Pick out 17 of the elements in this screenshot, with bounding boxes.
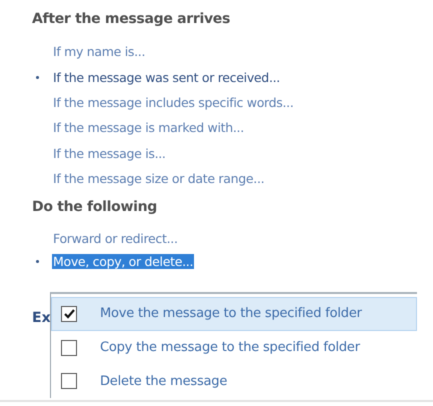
rule-link[interactable]: Forward or redirect...: [52, 231, 179, 246]
menu-item[interactable]: Delete the message: [51, 364, 417, 398]
rule-link[interactable]: If the message was sent or received...: [52, 70, 281, 85]
menu-item[interactable]: Copy the message to the specified folder: [51, 330, 417, 364]
checkbox[interactable]: [61, 306, 77, 322]
rule-link[interactable]: If the message size or date range...: [52, 171, 266, 186]
section-heading: After the message arrives: [32, 11, 232, 27]
rule-link[interactable]: If the message is marked with...: [52, 120, 245, 136]
rule-link[interactable]: If the message includes specific words...: [52, 94, 295, 110]
checkbox[interactable]: [61, 340, 77, 356]
section-heading: Ex: [32, 310, 51, 326]
section-heading: Do the following: [32, 199, 158, 216]
menu-item[interactable]: Move the message to the specified folder: [51, 297, 417, 331]
checkbox[interactable]: [61, 373, 77, 390]
rule-link[interactable]: If the message is...: [52, 146, 167, 161]
rule-link[interactable]: Move, copy, or delete...: [52, 254, 194, 270]
rule-link[interactable]: If my name is...: [52, 44, 146, 60]
